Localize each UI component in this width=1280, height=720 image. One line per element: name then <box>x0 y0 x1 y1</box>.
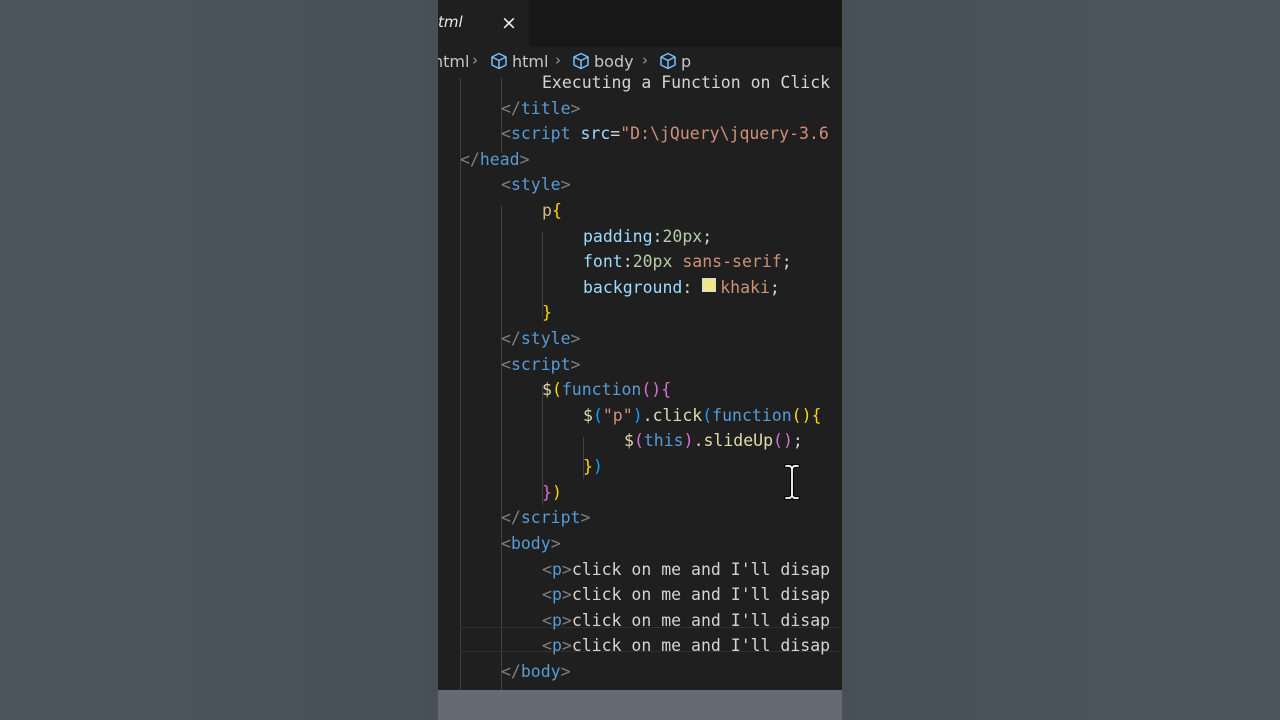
method-name: click <box>652 406 703 425</box>
paragraph-text: click on me and I'll disap <box>571 611 831 630</box>
code-line-4: </head> <box>460 150 530 169</box>
method-name: slideUp <box>703 431 774 450</box>
css-property: padding <box>583 227 653 246</box>
code-line-10: } <box>542 303 552 322</box>
tag-name: style <box>510 175 561 194</box>
tag-name: script <box>520 508 581 527</box>
blurred-background-left <box>0 0 438 720</box>
code-line-6: p{ <box>542 201 562 220</box>
css-value: sans-serif <box>682 252 782 271</box>
code-line-3: <script src="D:\jQuery\jquery-3.6 <box>501 124 829 143</box>
code-line-19: <body> <box>501 534 561 553</box>
tab-index-html[interactable]: tml × <box>438 0 529 47</box>
tag-name: script <box>510 355 571 374</box>
text-cursor-icon <box>784 464 800 500</box>
tag-name: p <box>551 585 562 604</box>
breadcrumb-item-body[interactable]: body <box>572 52 634 71</box>
cube-icon <box>660 52 676 70</box>
breadcrumb-separator: › <box>555 51 561 69</box>
tag-name: head <box>479 150 520 169</box>
css-value: 20px <box>662 227 703 246</box>
horizontal-scrollbar[interactable] <box>438 690 842 720</box>
css-value: khaki <box>720 278 770 297</box>
cube-icon <box>491 52 507 70</box>
paragraph-text: click on me and I'll disap <box>571 585 831 604</box>
code-editor[interactable]: tml × html › html › body › p Executing a… <box>438 0 842 720</box>
cube-icon <box>573 52 589 70</box>
paragraph-text: click on me and I'll disap <box>571 560 831 579</box>
breadcrumb-item-p[interactable]: p <box>659 52 691 71</box>
tag-name: style <box>520 329 571 348</box>
attr-value: "D:\jQuery\jquery-3.6 <box>620 124 829 143</box>
code-line-22: <p>click on me and I'll disap <box>542 611 831 630</box>
breadcrumb-label: body <box>594 52 634 71</box>
breadcrumb-item-html[interactable]: html <box>490 52 548 71</box>
code-line-1: Executing a Function on Click <box>542 70 830 96</box>
code-line-5: <style> <box>501 175 571 194</box>
css-value: 20px <box>632 252 673 271</box>
code-area[interactable]: Executing a Function on Click </title> <… <box>438 70 842 701</box>
code-line-15: $(this).slideUp(); <box>624 431 803 450</box>
code-line-17: }) <box>542 483 562 502</box>
css-property: font <box>583 252 623 271</box>
code-line-23: <p>click on me and I'll disap <box>542 636 831 655</box>
code-line-24: </body> <box>501 662 571 681</box>
code-line-13: $(function(){ <box>542 380 672 399</box>
code-line-14: $("p").click(function(){ <box>583 406 822 425</box>
tag-name: body <box>520 662 561 681</box>
keyword: function <box>561 380 642 399</box>
code-line-16: }) <box>583 457 603 476</box>
tag-name: p <box>551 560 562 579</box>
tag-name: script <box>510 124 571 143</box>
title-text: Executing a Function on Click <box>542 73 831 92</box>
css-property: background <box>583 278 683 297</box>
breadcrumb-separator: › <box>472 51 478 69</box>
blurred-background-right <box>842 0 1280 720</box>
tag-name: p <box>551 611 562 630</box>
code-line-11: </style> <box>501 329 581 348</box>
tag-name: body <box>510 534 551 553</box>
css-selector: p <box>542 201 552 220</box>
breadcrumb-label: p <box>681 52 692 71</box>
close-icon[interactable]: × <box>500 11 518 35</box>
paragraph-text: click on me and I'll disap <box>571 636 831 655</box>
code-line-9: background: khaki; <box>583 278 780 297</box>
code-line-12: <script> <box>501 355 581 374</box>
breadcrumb-item-file[interactable]: html <box>438 52 469 71</box>
code-line-18: </script> <box>501 508 591 527</box>
keyword: function <box>712 406 792 425</box>
attr-name: src <box>580 124 611 143</box>
string-literal: "p" <box>602 406 633 425</box>
breadcrumb-separator: › <box>642 51 648 69</box>
code-line-7: padding:20px; <box>583 227 713 246</box>
breadcrumb-label: html <box>512 52 549 71</box>
tab-label: tml <box>438 13 463 31</box>
code-line-8: font:20px sans-serif; <box>583 252 792 271</box>
color-swatch[interactable] <box>702 278 717 292</box>
code-line-20: <p>click on me and I'll disap <box>542 560 831 579</box>
code-line-2: </title> <box>501 99 581 118</box>
keyword: this <box>643 431 684 450</box>
tag-name: p <box>551 636 562 655</box>
tab-bar: tml × <box>438 0 842 47</box>
code-line-21: <p>click on me and I'll disap <box>542 585 831 604</box>
tag-name: title <box>520 99 571 118</box>
